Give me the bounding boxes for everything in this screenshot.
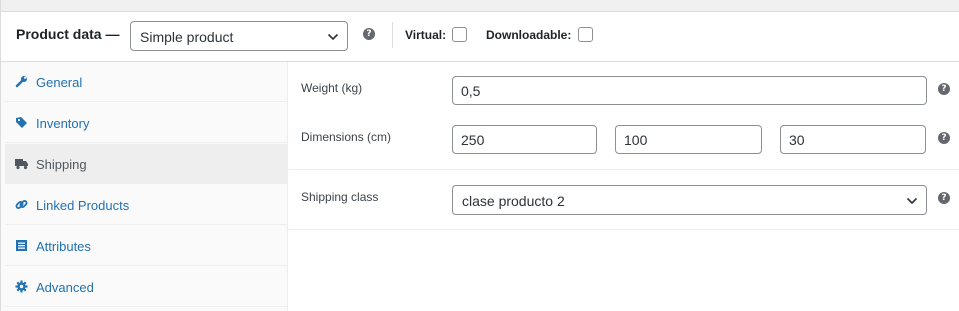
length-input[interactable]: 250 <box>452 125 597 154</box>
tab-label: General <box>36 75 83 90</box>
chevron-down-icon <box>327 33 339 41</box>
shipping-class-select[interactable]: clase producto 2 <box>452 185 927 215</box>
tab-label: Attributes <box>36 239 91 254</box>
tag-icon <box>16 117 27 128</box>
downloadable-label: Downloadable: <box>486 28 572 42</box>
tab-linked-products[interactable]: Linked Products <box>5 185 288 225</box>
divider <box>392 22 393 48</box>
tab-label: Advanced <box>36 280 94 295</box>
dimensions-label: Dimensions (cm) <box>301 130 392 144</box>
tab-label: Linked Products <box>36 198 130 213</box>
product-data-tabs: General Inventory Shipping Linked Produc… <box>1 62 288 311</box>
help-icon[interactable]: ? <box>938 192 950 204</box>
tab-advanced[interactable]: Advanced <box>5 267 288 307</box>
weight-value: 0,5 <box>461 83 481 99</box>
product-data-panel: Product data — Simple product ? Virtual:… <box>0 0 959 311</box>
tab-attributes[interactable]: Attributes <box>5 226 288 266</box>
link-icon <box>15 200 28 209</box>
shipping-class-label: Shipping class <box>301 190 379 204</box>
product-type-select[interactable]: Simple product <box>130 21 348 51</box>
length-value: 250 <box>461 132 485 148</box>
help-icon[interactable]: ? <box>363 28 375 40</box>
section-divider <box>289 169 959 170</box>
panel-title: Product data — <box>16 26 120 42</box>
section-divider <box>289 229 959 230</box>
product-data-header: Product data — Simple product ? Virtual:… <box>1 12 959 62</box>
weight-input[interactable]: 0,5 <box>452 76 927 105</box>
wrench-icon <box>15 76 27 88</box>
shipping-options: Weight (kg) 0,5 ? Dimensions (cm) 250 10… <box>289 62 959 311</box>
top-strip <box>1 0 959 12</box>
truck-icon <box>15 159 28 170</box>
height-value: 30 <box>789 132 805 148</box>
help-icon[interactable]: ? <box>938 83 950 95</box>
virtual-checkbox[interactable] <box>452 27 467 42</box>
tab-label: Shipping <box>36 157 87 172</box>
tab-shipping[interactable]: Shipping <box>5 144 288 184</box>
downloadable-checkbox[interactable] <box>578 27 593 42</box>
shipping-class-value: clase producto 2 <box>462 193 565 209</box>
height-input[interactable]: 30 <box>780 125 926 154</box>
tab-label: Inventory <box>36 116 90 131</box>
product-type-value: Simple product <box>140 29 234 45</box>
width-value: 100 <box>624 132 648 148</box>
chevron-down-icon <box>906 197 918 205</box>
help-icon[interactable]: ? <box>938 132 950 144</box>
gear-icon <box>15 280 28 293</box>
list-icon <box>16 240 27 251</box>
virtual-label: Virtual: <box>405 28 447 42</box>
width-input[interactable]: 100 <box>615 125 762 154</box>
tab-inventory[interactable]: Inventory <box>5 103 288 143</box>
weight-label: Weight (kg) <box>301 81 363 95</box>
tab-general[interactable]: General <box>5 62 288 102</box>
